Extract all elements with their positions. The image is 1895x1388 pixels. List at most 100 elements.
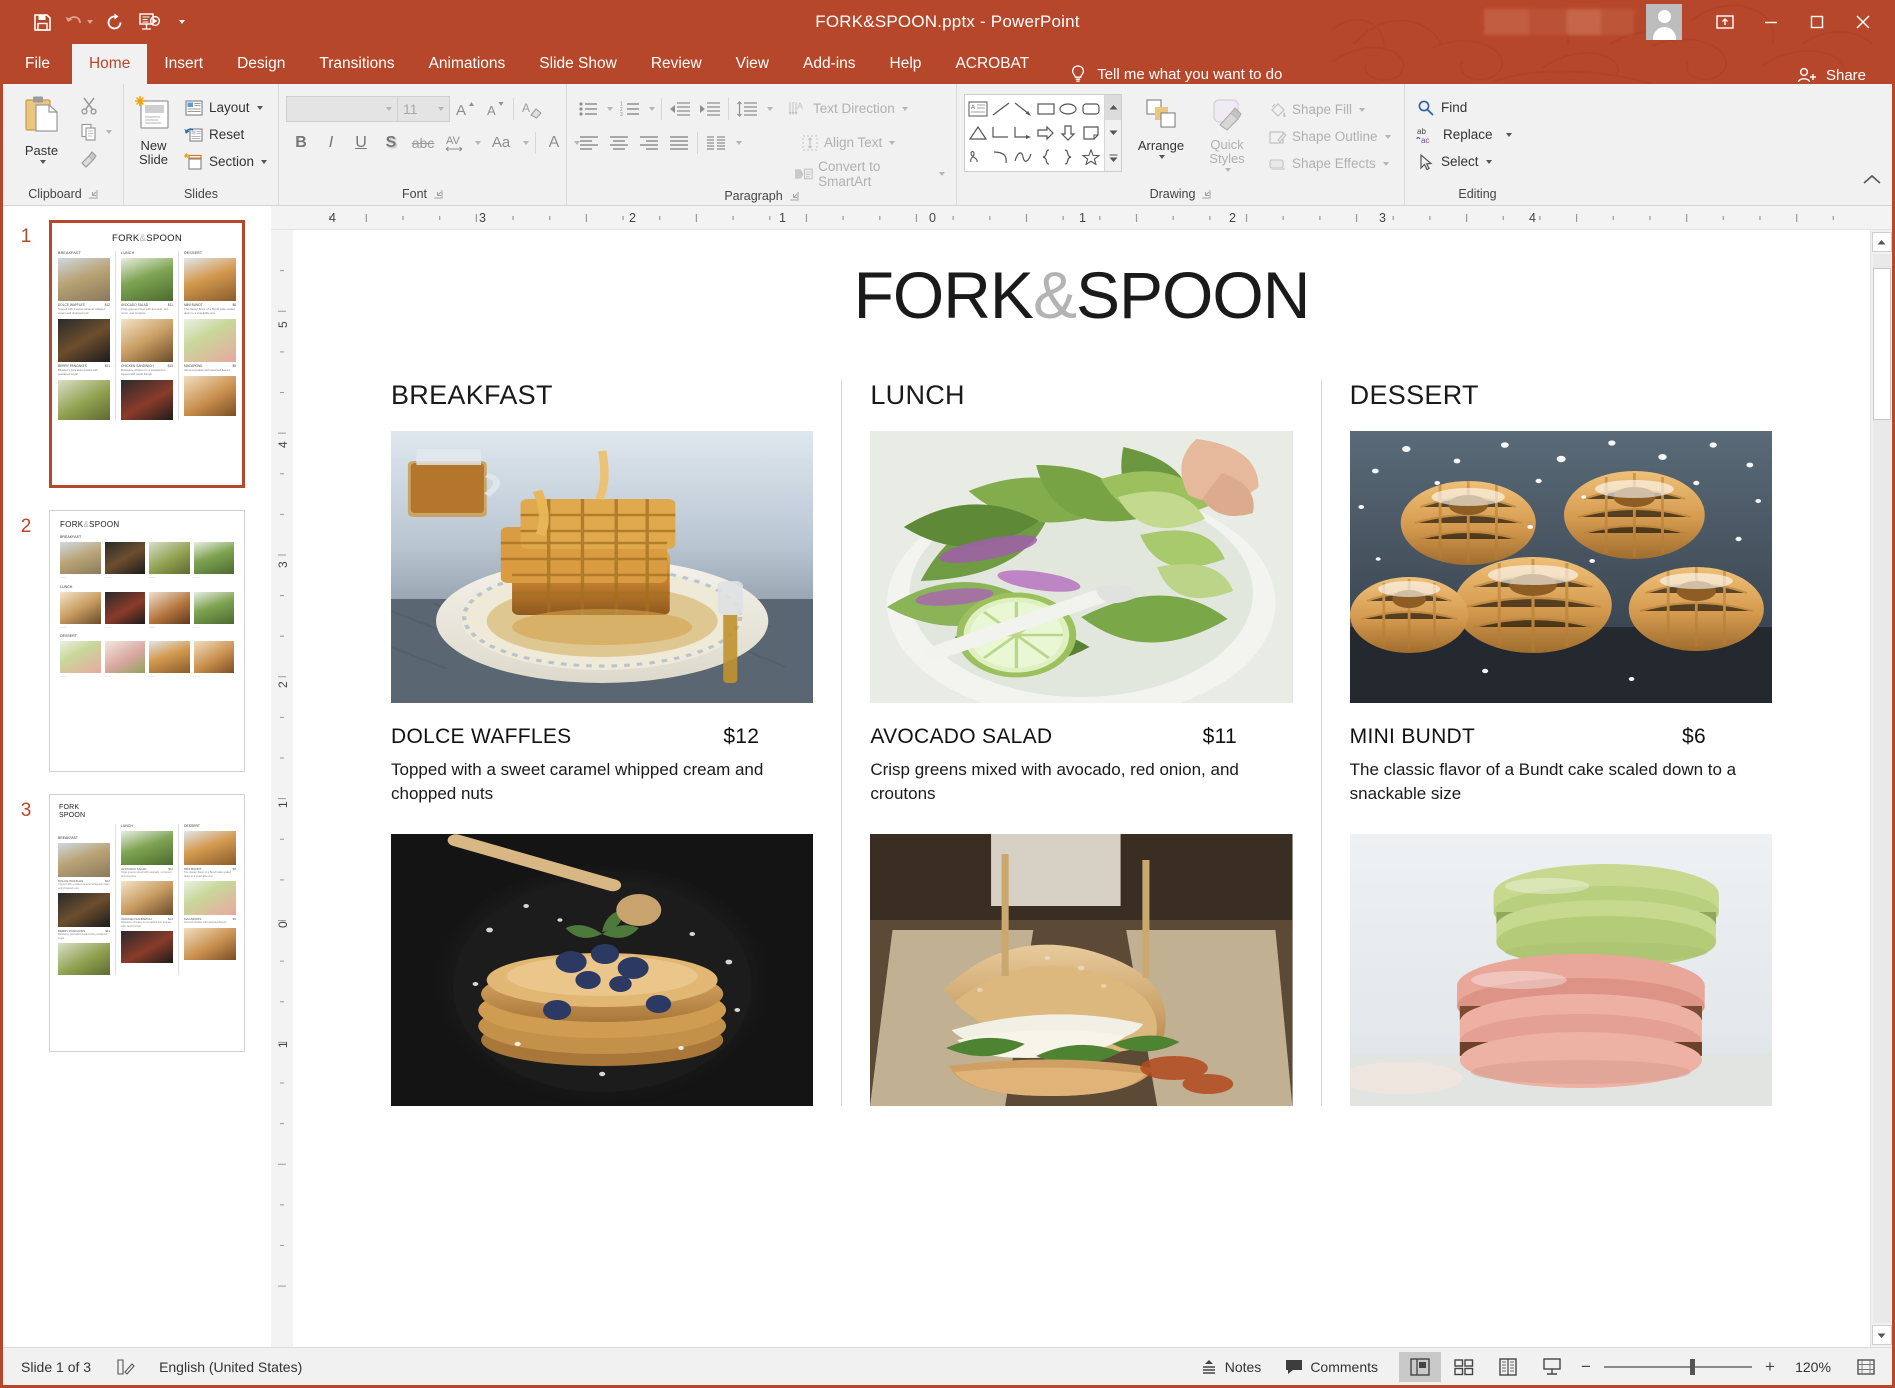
share-button[interactable]: Share bbox=[1796, 66, 1892, 84]
change-case-dropdown[interactable] bbox=[518, 128, 532, 157]
shape-fill-button[interactable]: Shape Fill bbox=[1264, 96, 1395, 123]
comments-button[interactable]: Comments bbox=[1273, 1348, 1390, 1386]
normal-view-button[interactable] bbox=[1399, 1352, 1441, 1382]
arrange-button[interactable]: Arrange bbox=[1130, 94, 1192, 159]
align-center-button[interactable] bbox=[604, 128, 634, 157]
thumbnail-canvas-2[interactable]: FORK&SPOON BREAKFAST — —— —— —— bbox=[49, 510, 245, 772]
character-spacing-button[interactable]: AV bbox=[440, 128, 470, 157]
ribbon-display-options-icon[interactable] bbox=[1702, 0, 1748, 44]
customize-qat-icon[interactable] bbox=[169, 6, 193, 38]
macarons-photo[interactable] bbox=[1350, 834, 1772, 1106]
salad-photo[interactable] bbox=[870, 431, 1292, 703]
tab-insert[interactable]: Insert bbox=[147, 44, 220, 84]
numbering-button[interactable]: 123 bbox=[616, 94, 644, 123]
save-icon[interactable] bbox=[25, 6, 59, 38]
slide-thumbnail-pane[interactable]: 1 FORK&SPOON BREAKFAST DOLCE WAFFLES$12 … bbox=[3, 206, 271, 1347]
vertical-ruler[interactable]: 5 4 3 2 1 0 1 bbox=[271, 230, 293, 1347]
shape-rounded-rectangle[interactable] bbox=[1080, 97, 1103, 121]
menu-item-price[interactable]: $11 bbox=[1203, 725, 1293, 749]
thumbnail-slide-2[interactable]: 2 FORK&SPOON BREAKFAST bbox=[3, 510, 271, 772]
justify-button[interactable] bbox=[664, 128, 694, 157]
reset-button[interactable]: Reset bbox=[180, 121, 271, 148]
tab-transitions[interactable]: Transitions bbox=[302, 44, 411, 84]
new-slide-button[interactable]: New Slide bbox=[131, 91, 176, 167]
replace-button[interactable]: abac Replace bbox=[1412, 121, 1516, 148]
menu-item-name[interactable]: MINI BUNDT bbox=[1350, 725, 1682, 749]
reading-view-button[interactable] bbox=[1487, 1352, 1529, 1382]
gallery-more-icon[interactable] bbox=[1105, 146, 1121, 171]
decrease-font-size-button[interactable]: A bbox=[480, 94, 510, 123]
zoom-slider-knob[interactable] bbox=[1690, 1359, 1695, 1375]
menu-item-price[interactable]: $6 bbox=[1682, 725, 1772, 749]
language-button[interactable]: English (United States) bbox=[147, 1348, 314, 1386]
menu-item-price[interactable]: $12 bbox=[723, 725, 813, 749]
avatar[interactable] bbox=[1646, 4, 1682, 40]
tab-slide-show[interactable]: Slide Show bbox=[522, 44, 634, 84]
convert-to-smartart-button[interactable]: Convert to SmartArt bbox=[790, 160, 949, 187]
shape-freeform[interactable] bbox=[1012, 145, 1035, 169]
scroll-down-icon[interactable] bbox=[1872, 1325, 1892, 1345]
slide-brand-title[interactable]: FORK&SPOON bbox=[293, 262, 1870, 328]
paragraph-dialog-launcher-icon[interactable] bbox=[789, 191, 799, 201]
zoom-slider[interactable] bbox=[1604, 1366, 1752, 1368]
category-title-dessert[interactable]: DESSERT bbox=[1350, 380, 1772, 411]
shape-triangle[interactable] bbox=[967, 121, 990, 145]
shape-right-arrow[interactable] bbox=[1035, 121, 1058, 145]
slide-canvas[interactable]: FORK&SPOON BREAKFAST bbox=[293, 230, 1870, 1347]
zoom-level-label[interactable]: 120% bbox=[1782, 1359, 1844, 1375]
maximize-icon[interactable] bbox=[1794, 0, 1840, 44]
zoom-out-button[interactable]: − bbox=[1574, 1357, 1598, 1377]
character-spacing-dropdown[interactable] bbox=[470, 128, 484, 157]
close-icon[interactable] bbox=[1840, 0, 1886, 44]
tab-add-ins[interactable]: Add-ins bbox=[786, 44, 873, 84]
bullets-button[interactable] bbox=[574, 94, 602, 123]
line-spacing-button[interactable] bbox=[732, 94, 762, 123]
select-button[interactable]: Select bbox=[1412, 148, 1516, 175]
shape-textbox[interactable]: A bbox=[967, 97, 990, 121]
tell-me-search[interactable]: Tell me what you want to do bbox=[1068, 64, 1282, 84]
clipboard-dialog-launcher-icon[interactable] bbox=[88, 189, 98, 199]
strikethrough-button[interactable]: abc bbox=[406, 128, 440, 157]
thumbnail-canvas-3[interactable]: FORK SPOON BREAKFAST DOLCE WAFFLES$12 To… bbox=[49, 794, 245, 1052]
gallery-scroll-down-icon[interactable] bbox=[1105, 120, 1121, 145]
slide-sorter-view-button[interactable] bbox=[1443, 1352, 1485, 1382]
bundt-photo[interactable] bbox=[1350, 431, 1772, 703]
change-case-button[interactable]: Aa bbox=[484, 128, 518, 157]
fit-slide-button[interactable] bbox=[1844, 1348, 1892, 1386]
drawing-dialog-launcher-icon[interactable] bbox=[1201, 189, 1211, 199]
text-direction-button[interactable]: A Text Direction bbox=[784, 95, 912, 122]
scrollbar-thumb[interactable] bbox=[1873, 268, 1891, 420]
scrollbar-track[interactable] bbox=[1873, 254, 1891, 1323]
shape-elbow-connector[interactable] bbox=[990, 121, 1013, 145]
tab-help[interactable]: Help bbox=[873, 44, 939, 84]
shape-oval[interactable] bbox=[1057, 97, 1080, 121]
shape-star[interactable] bbox=[1080, 145, 1103, 169]
copy-button[interactable] bbox=[75, 118, 116, 145]
menu-item-description[interactable]: The classic flavor of a Bundt cake scale… bbox=[1350, 758, 1772, 806]
shape-right-brace[interactable] bbox=[1057, 145, 1080, 169]
font-size-input[interactable]: 11 bbox=[398, 96, 450, 122]
columns-button[interactable] bbox=[701, 128, 731, 157]
shapes-gallery-scrollbar[interactable] bbox=[1104, 95, 1121, 171]
align-text-button[interactable]: Align Text bbox=[797, 129, 899, 156]
thumbnail-slide-1[interactable]: 1 FORK&SPOON BREAKFAST DOLCE WAFFLES$12 … bbox=[3, 220, 271, 488]
slide-show-view-button[interactable] bbox=[1531, 1352, 1573, 1382]
bold-button[interactable]: B bbox=[286, 128, 316, 157]
menu-item-description[interactable]: Topped with a sweet caramel whipped crea… bbox=[391, 758, 813, 806]
thumbnail-canvas-1[interactable]: FORK&SPOON BREAKFAST DOLCE WAFFLES$12 To… bbox=[49, 220, 245, 488]
section-button[interactable]: Section bbox=[180, 148, 271, 175]
shape-arrow[interactable] bbox=[1012, 97, 1035, 121]
start-presentation-icon[interactable] bbox=[133, 6, 167, 38]
shape-curve[interactable] bbox=[990, 145, 1013, 169]
cut-button[interactable] bbox=[75, 91, 116, 118]
tab-acrobat[interactable]: ACROBAT bbox=[938, 44, 1046, 84]
underline-button[interactable]: U bbox=[346, 128, 376, 157]
increase-font-size-button[interactable]: A bbox=[450, 94, 480, 123]
align-right-button[interactable] bbox=[634, 128, 664, 157]
category-title-lunch[interactable]: LUNCH bbox=[870, 380, 1292, 411]
waffles-photo[interactable] bbox=[391, 431, 813, 703]
shape-outline-button[interactable]: Shape Outline bbox=[1264, 123, 1395, 150]
category-title-breakfast[interactable]: BREAKFAST bbox=[391, 380, 813, 411]
font-name-input[interactable] bbox=[286, 96, 398, 122]
scroll-up-icon[interactable] bbox=[1872, 232, 1892, 252]
